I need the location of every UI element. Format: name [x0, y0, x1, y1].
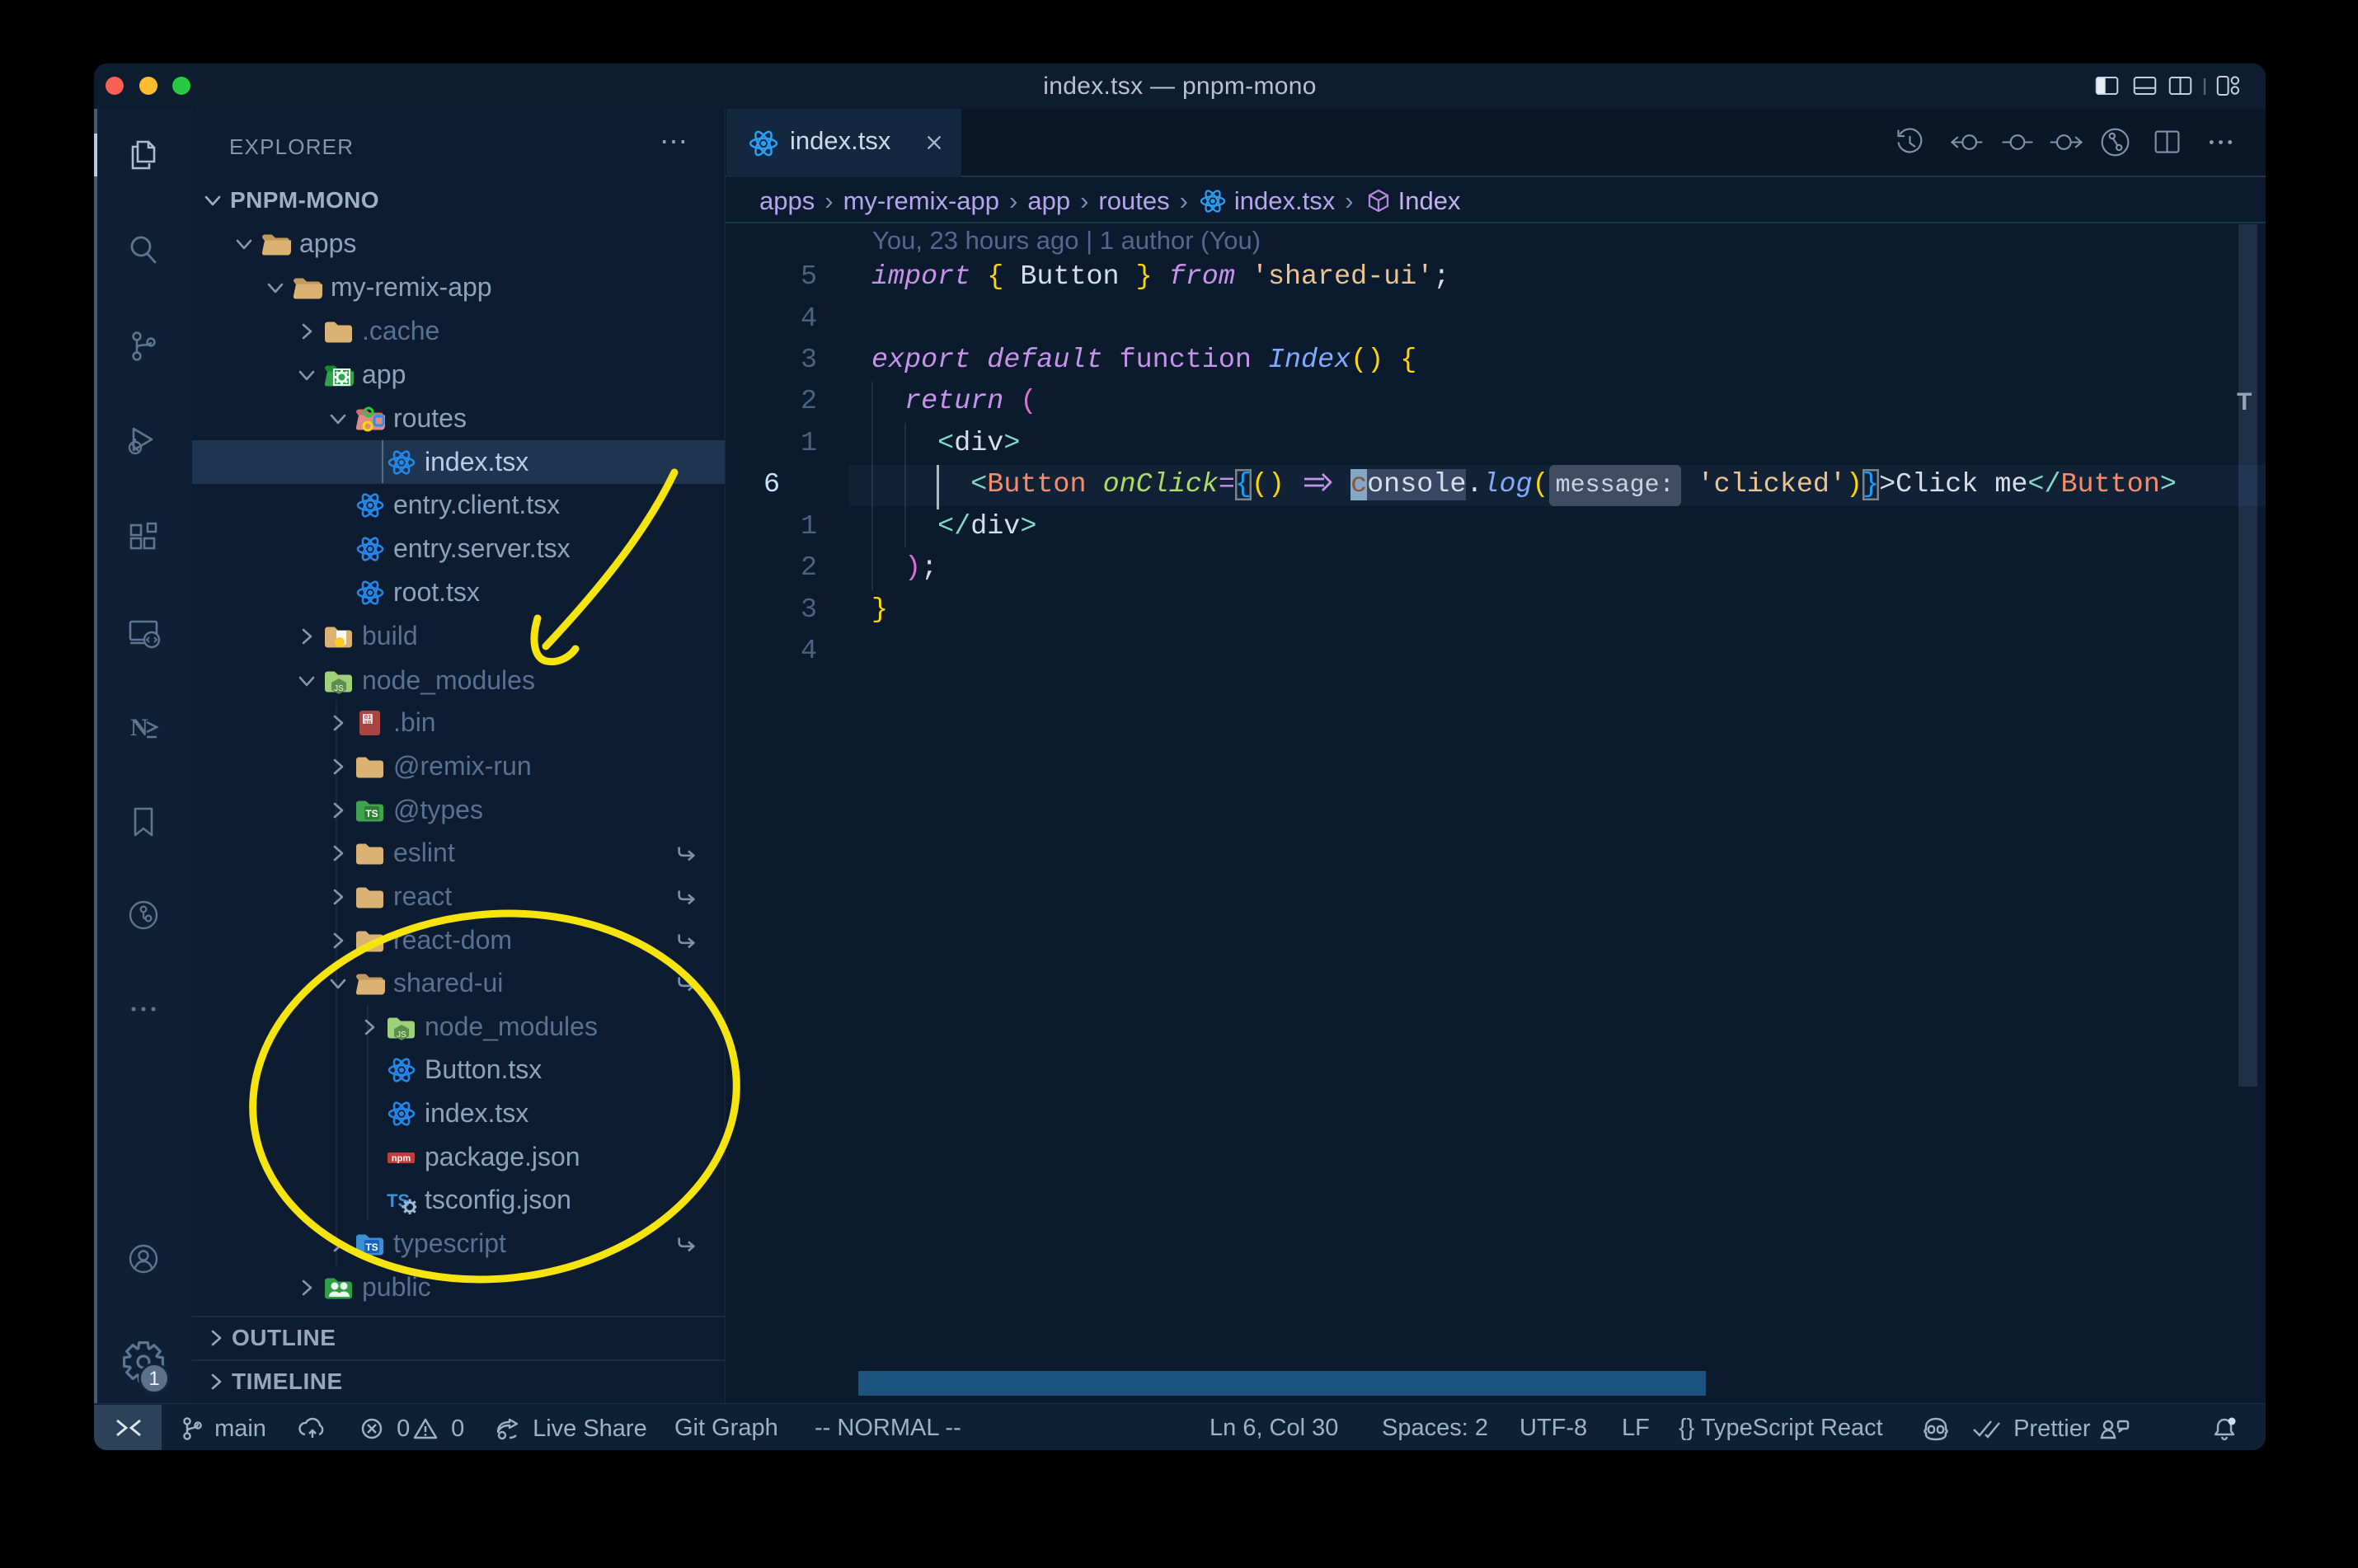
svg-text:npm: npm	[392, 1153, 411, 1163]
svg-text:TS: TS	[365, 808, 378, 819]
svg-text:N: N	[130, 714, 148, 741]
svg-text:JS: JS	[334, 684, 344, 693]
svg-text:TS: TS	[365, 1242, 378, 1253]
svg-text:JS: JS	[397, 1030, 406, 1040]
svg-text:10: 10	[364, 721, 371, 727]
